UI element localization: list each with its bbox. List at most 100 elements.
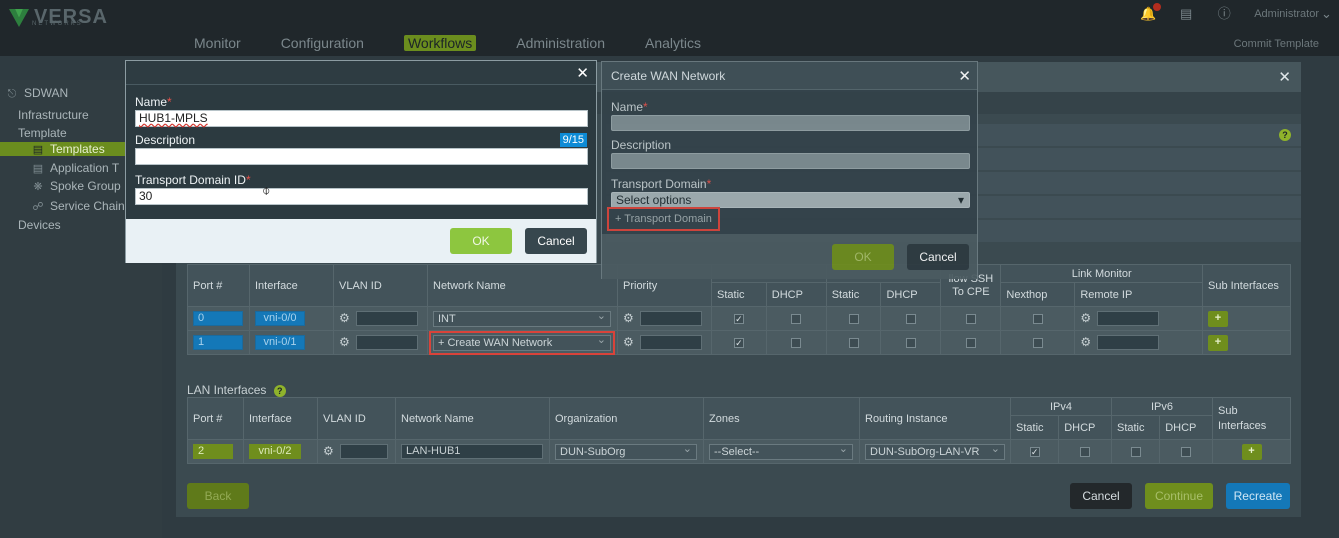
vlan-field[interactable] bbox=[355, 311, 418, 327]
vlan-field[interactable] bbox=[355, 335, 418, 351]
static-v6-checkbox[interactable] bbox=[1130, 446, 1141, 457]
static-v4-checkbox[interactable]: ✓ bbox=[1029, 446, 1040, 457]
routing-instance-select[interactable]: DUN-SubOrg-LAN-VR bbox=[865, 442, 1005, 460]
bell-icon[interactable]: 🔔 bbox=[1140, 3, 1162, 22]
network-name-field[interactable]: LAN-HUB1 bbox=[401, 444, 543, 459]
add-sub-interface-button[interactable]: + bbox=[1208, 334, 1228, 351]
allow-ssh-checkbox[interactable] bbox=[965, 313, 976, 324]
sidebar-item-template[interactable]: Template bbox=[18, 126, 67, 140]
col-static-v4: Static bbox=[711, 282, 767, 307]
sidebar-root-sdwan[interactable]: ⎋ SDWAN bbox=[6, 86, 69, 100]
organization-select[interactable]: DUN-SubOrg bbox=[555, 442, 697, 460]
gear-icon[interactable]: ⚙ bbox=[623, 335, 634, 349]
dhcp-v6-checkbox[interactable] bbox=[1181, 446, 1192, 457]
interface-field[interactable]: vni-0/0 bbox=[255, 311, 305, 326]
dhcp-v4-checkbox[interactable] bbox=[791, 313, 802, 324]
nexthop-checkbox[interactable] bbox=[1032, 313, 1043, 324]
cancel-button[interactable]: Cancel bbox=[907, 244, 969, 270]
name-input[interactable]: HUB1-MPLS bbox=[135, 110, 588, 127]
add-transport-domain-link[interactable]: + Transport Domain bbox=[607, 207, 720, 231]
col-dhcp-v4: DHCP bbox=[765, 282, 827, 307]
sidebar-item-service-chain[interactable]: ☍ Service Chain bbox=[32, 199, 124, 213]
back-button[interactable]: Back bbox=[187, 483, 249, 509]
link-icon: ☍ bbox=[32, 201, 44, 213]
col-nexthop: Nexthop bbox=[1000, 282, 1076, 307]
remote-ip-field[interactable] bbox=[1097, 311, 1160, 327]
description-input[interactable] bbox=[135, 148, 588, 165]
static-v4-checkbox[interactable]: ✓ bbox=[733, 337, 744, 348]
dhcp-v6-checkbox[interactable] bbox=[905, 337, 916, 348]
vlan-field[interactable] bbox=[339, 444, 388, 460]
description-input[interactable] bbox=[611, 153, 970, 169]
port-field[interactable]: 0 bbox=[193, 311, 243, 326]
nav-administration[interactable]: Administration bbox=[516, 35, 605, 51]
dialog-header: ✕ bbox=[126, 61, 596, 85]
gear-icon[interactable]: ⚙ bbox=[1080, 311, 1091, 325]
info-icon[interactable]: ⓘ bbox=[1216, 6, 1232, 22]
gear-icon[interactable]: ⚙ bbox=[339, 335, 350, 349]
description-label: Description bbox=[135, 133, 196, 147]
gear-icon[interactable]: ⚙ bbox=[1080, 335, 1091, 349]
close-icon[interactable]: ✕ bbox=[1278, 68, 1291, 86]
sidebar-item-devices[interactable]: Devices bbox=[18, 218, 61, 232]
chevron-down-icon[interactable]: ⌄ bbox=[1321, 6, 1332, 22]
name-input[interactable] bbox=[611, 115, 970, 131]
create-wan-network-select[interactable]: + Create WAN Network bbox=[429, 330, 615, 355]
close-icon[interactable]: ✕ bbox=[958, 67, 971, 85]
port-field[interactable]: 2 bbox=[193, 444, 233, 459]
dhcp-v4-checkbox[interactable] bbox=[1080, 446, 1091, 457]
sidebar-item-application[interactable]: ▤ Application T bbox=[32, 161, 119, 175]
character-counter: 9/15 bbox=[559, 133, 587, 147]
dhcp-v6-checkbox[interactable] bbox=[905, 313, 916, 324]
nav-monitor[interactable]: Monitor bbox=[194, 35, 241, 51]
static-v6-checkbox[interactable] bbox=[848, 313, 859, 324]
user-menu[interactable]: Administrator bbox=[1254, 8, 1319, 20]
nav-configuration[interactable]: Configuration bbox=[281, 35, 364, 51]
help-icon[interactable]: ? bbox=[1279, 129, 1291, 141]
help-icon[interactable]: ? bbox=[273, 385, 286, 397]
transport-domain-select[interactable]: Select options bbox=[611, 192, 970, 208]
allow-ssh-checkbox[interactable] bbox=[965, 337, 976, 348]
nexthop-checkbox[interactable] bbox=[1032, 337, 1043, 348]
static-v6-checkbox[interactable] bbox=[848, 337, 859, 348]
dialog-footer: OK Cancel bbox=[602, 234, 977, 279]
main-nav: Monitor Configuration Workflows Administ… bbox=[194, 35, 741, 51]
commit-template-link[interactable]: Commit Template bbox=[1234, 38, 1319, 50]
interface-field[interactable]: vni-0/1 bbox=[255, 335, 305, 350]
port-field[interactable]: 1 bbox=[193, 335, 243, 350]
ok-button[interactable]: OK bbox=[832, 244, 894, 270]
sidebar-item-infrastructure[interactable]: Infrastructure bbox=[18, 108, 89, 122]
gear-icon[interactable]: ⚙ bbox=[623, 311, 634, 325]
add-sub-interface-button[interactable]: + bbox=[1241, 443, 1262, 460]
lan-interfaces-label: LAN Interfaces ? bbox=[187, 383, 286, 397]
nav-workflows[interactable]: Workflows bbox=[403, 35, 477, 51]
cancel-button[interactable]: Cancel bbox=[1070, 483, 1132, 509]
dhcp-v4-checkbox[interactable] bbox=[791, 337, 802, 348]
continue-button[interactable]: Continue bbox=[1145, 483, 1213, 509]
col-sub-interfaces: Sub Interfaces bbox=[1212, 397, 1291, 440]
cancel-button[interactable]: Cancel bbox=[525, 228, 587, 254]
priority-field[interactable] bbox=[639, 311, 702, 327]
remote-ip-field[interactable] bbox=[1097, 335, 1160, 351]
close-icon[interactable]: ✕ bbox=[576, 64, 589, 82]
transport-domain-id-input[interactable]: 30 bbox=[135, 188, 588, 205]
col-sub-interfaces: Sub Interfaces bbox=[1202, 264, 1291, 307]
ok-button[interactable]: OK bbox=[450, 228, 512, 254]
sidebar-item-spoke-group[interactable]: ❋ Spoke Group bbox=[32, 179, 120, 193]
priority-field[interactable] bbox=[639, 335, 702, 351]
create-wan-network-dialog: Create WAN Network ✕ Name* Description T… bbox=[601, 61, 978, 279]
document-icon[interactable]: ▤ bbox=[1178, 6, 1194, 22]
zones-select[interactable]: --Select-- bbox=[709, 442, 853, 460]
recreate-button[interactable]: Recreate bbox=[1226, 483, 1290, 509]
gear-icon[interactable]: ⚙ bbox=[323, 444, 334, 458]
col-organization: Organization bbox=[549, 397, 704, 440]
gear-icon[interactable]: ⚙ bbox=[339, 311, 350, 325]
interface-field[interactable]: vni-0/2 bbox=[249, 444, 301, 459]
col-ipv4: IPv4 bbox=[1010, 397, 1112, 416]
add-sub-interface-button[interactable]: + bbox=[1208, 310, 1228, 327]
network-name-select[interactable]: INT bbox=[433, 309, 611, 327]
col-dhcp-v4: DHCP bbox=[1058, 415, 1112, 440]
static-v4-checkbox[interactable]: ✓ bbox=[733, 313, 744, 324]
col-routing-instance: Routing Instance bbox=[859, 397, 1011, 440]
nav-analytics[interactable]: Analytics bbox=[645, 35, 701, 51]
